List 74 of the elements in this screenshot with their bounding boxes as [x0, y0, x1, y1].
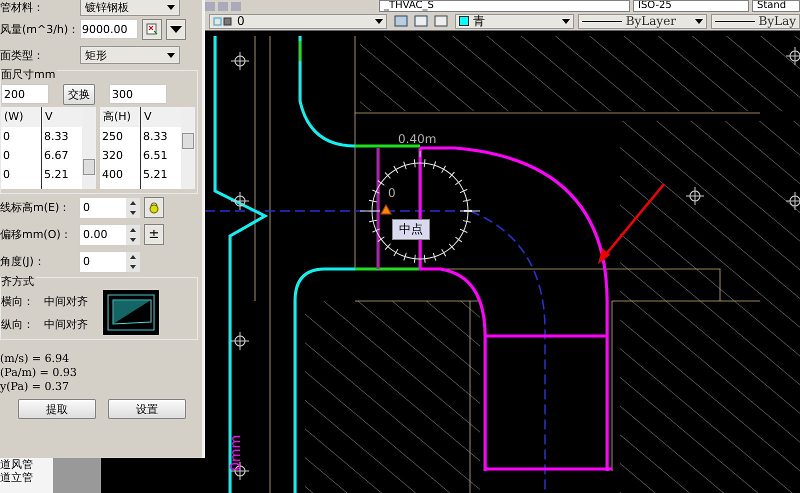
color-swatch-icon	[458, 16, 469, 26]
list-cell-text: 320	[101, 148, 124, 164]
caret-icon	[167, 4, 175, 10]
plus-minus-button[interactable]: ±	[144, 224, 164, 245]
section-type-dropdown[interactable]: 矩形	[80, 46, 180, 64]
list-cell-text: 400	[101, 167, 124, 183]
dropdown-button[interactable]	[166, 18, 186, 40]
material-dropdown[interactable]: 镀锌钢板	[80, 0, 180, 16]
layer-dropdown[interactable]: 0	[209, 14, 388, 28]
field-label: 纵向：	[1, 316, 34, 332]
caret-icon	[562, 18, 570, 24]
width-input[interactable]: 200	[1, 84, 49, 104]
result-text: (m/s) = 6.94	[0, 352, 70, 365]
alignment-value: 中间对齐	[44, 294, 88, 308]
linetype-dropdown[interactable]: ByLayer	[578, 14, 707, 28]
list-cell-text: 6.67	[43, 148, 70, 164]
field-label: 风量(m^3/h)：	[0, 22, 76, 36]
list-cell-text: 8.33	[142, 129, 168, 145]
lineweight-dropdown[interactable]: ByLay	[710, 14, 800, 28]
size-list[interactable]: 高(H) 250 320 400 V 8.33 6.51 5.21	[100, 107, 195, 189]
caret-icon	[170, 26, 182, 32]
height-input[interactable]: 300	[109, 84, 167, 104]
line-icon	[582, 20, 622, 22]
scrollbar[interactable]	[181, 107, 195, 189]
list-cell-text: 6.51	[142, 148, 168, 164]
result-text: (Pa/m) = 0.93	[0, 366, 78, 379]
column-header: (W)	[1, 107, 41, 127]
lock-icon	[148, 202, 160, 214]
list-cell-text: 5.21	[142, 167, 168, 183]
column-header: V	[141, 107, 181, 127]
column-header: 高(H)	[100, 107, 140, 127]
list-cell-text: 250	[101, 129, 124, 145]
list-cell-text: 8.33	[43, 129, 70, 145]
snap-tooltip: 中点	[392, 219, 430, 240]
list-cell-text: 0	[2, 148, 11, 164]
color-dropdown[interactable]: 青	[454, 14, 574, 28]
pick-button[interactable]	[142, 18, 162, 40]
field-label: 横向：	[1, 294, 34, 308]
field-label: 管材料：	[0, 0, 45, 14]
alignment-preview-drawing	[103, 290, 159, 335]
list-cell-text: 0	[2, 167, 11, 183]
spin-field[interactable]: 0	[80, 252, 140, 272]
snap-marker-icon	[380, 204, 392, 214]
document-icon	[146, 23, 158, 35]
swap-button[interactable]: 交换	[63, 84, 95, 104]
dimension-label: 0.40m	[398, 132, 436, 146]
spin-field[interactable]: 0.00	[80, 224, 140, 244]
angle-label: 0	[388, 186, 396, 200]
scrollbar[interactable]	[82, 107, 96, 189]
column-header: V	[42, 107, 82, 127]
layer-state-icon	[213, 16, 233, 26]
list-cell-text: 5.21	[43, 167, 70, 183]
result-text: y(Pa) = 0.37	[0, 380, 70, 393]
field-label: 偏移mm(O)：	[0, 227, 73, 242]
group-title: 齐方式	[1, 274, 36, 289]
spin-field[interactable]: 0	[80, 198, 140, 218]
dialog-button[interactable]: 设置	[108, 399, 186, 419]
field-label: 线标高m(E)：	[0, 200, 72, 215]
field-label: 角度(J)：	[0, 254, 46, 269]
caret-icon	[375, 18, 384, 24]
list-item[interactable]: 道立管	[0, 471, 53, 484]
field-label: 面类型：	[0, 48, 45, 62]
alignment-value: 中间对齐	[44, 316, 88, 332]
list-item[interactable]: 道风管	[0, 458, 53, 471]
lock-button[interactable]	[144, 197, 164, 218]
line-icon	[714, 20, 755, 22]
list-cell-text: 0	[2, 129, 11, 145]
caret-icon	[167, 52, 175, 58]
dialog-button[interactable]: 提取	[18, 399, 96, 419]
airflow-input[interactable]: 9000.00	[80, 19, 138, 39]
side-label: 0mm	[228, 434, 244, 471]
size-list[interactable]: (W) 0 0 0 V 8.33 6.67 5.21	[1, 107, 96, 189]
caret-icon	[694, 18, 703, 24]
group-title: 面尺寸mm	[1, 67, 58, 82]
